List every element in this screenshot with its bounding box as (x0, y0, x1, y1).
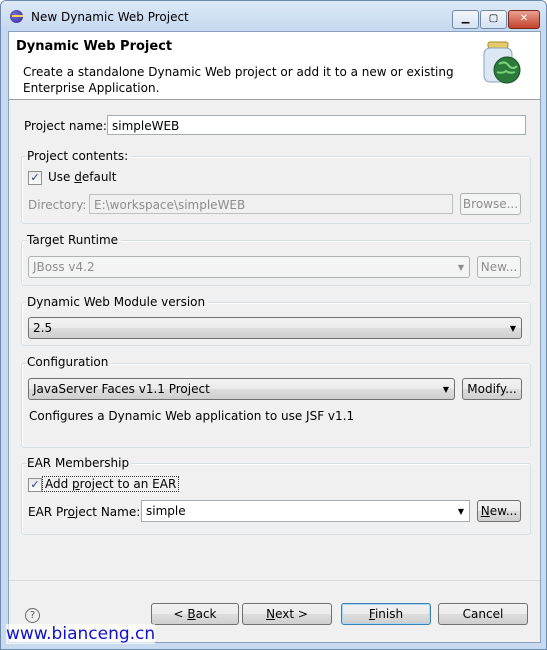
target-runtime-select[interactable]: JBoss v4.2 ▼ (28, 256, 470, 278)
footer-separator (9, 580, 540, 581)
project-contents-label: Project contents: (27, 149, 132, 163)
close-button[interactable]: ✕ (508, 10, 540, 29)
window-title: New Dynamic Web Project (31, 10, 189, 24)
directory-input[interactable]: E:\workspace\simpleWEB (89, 194, 453, 214)
banner-title: Dynamic Web Project (16, 39, 173, 54)
ear-membership-group (21, 463, 531, 535)
cancel-button[interactable]: Cancel (438, 603, 528, 625)
configuration-select[interactable]: JavaServer Faces v1.1 Project ▼ (28, 378, 455, 400)
watermark-text: www.bianceng.cn (6, 624, 156, 644)
eclipse-icon (10, 10, 23, 23)
ear-project-name-value: simple (146, 504, 186, 518)
configuration-label: Configuration (27, 355, 112, 369)
ear-project-name-input[interactable]: simple ▼ (141, 500, 470, 522)
banner-description: Create a standalone Dynamic Web project … (23, 65, 454, 95)
project-name-input[interactable]: simpleWEB (107, 115, 526, 135)
chevron-down-icon: ▼ (457, 507, 464, 516)
back-button[interactable]: < Back (151, 603, 239, 625)
help-icon[interactable]: ? (25, 608, 40, 623)
finish-button[interactable]: Finish (341, 603, 431, 625)
ear-project-name-label: EAR Project Name: (28, 505, 141, 519)
dialog-window: New Dynamic Web Project ▁ ▢ ✕ Dynamic We… (0, 0, 547, 650)
modify-button[interactable]: Modify... (462, 378, 522, 400)
configuration-group (21, 363, 531, 448)
browse-button[interactable]: Browse... (460, 193, 521, 215)
use-default-checkbox[interactable]: ✓ (28, 171, 42, 185)
add-to-ear-checkbox[interactable]: ✓ (28, 478, 42, 492)
ear-membership-label: EAR Membership (27, 456, 133, 470)
configuration-description: Configures a Dynamic Web application to … (29, 409, 355, 423)
web-project-jar-globe-icon (483, 41, 521, 84)
module-version-label: Dynamic Web Module version (27, 295, 209, 309)
project-name-label: Project name: (24, 119, 107, 133)
configuration-value: JavaServer Faces v1.1 Project (33, 382, 210, 396)
title-bar[interactable]: New Dynamic Web Project ▁ ▢ ✕ (1, 1, 546, 31)
next-button[interactable]: Next > (242, 603, 332, 625)
chevron-down-icon: ▼ (509, 324, 516, 333)
new-runtime-button[interactable]: New... (477, 256, 521, 278)
wizard-banner: Dynamic Web Project Create a standalone … (9, 32, 540, 100)
dialog-body: Dynamic Web Project Create a standalone … (8, 31, 541, 643)
chevron-down-icon: ▼ (442, 385, 449, 394)
module-version-value: 2.5 (33, 321, 53, 335)
chevron-down-icon: ▼ (457, 263, 464, 272)
directory-label: Directory: (28, 198, 87, 212)
minimize-button[interactable]: ▁ (452, 10, 479, 29)
target-runtime-label: Target Runtime (27, 233, 122, 247)
maximize-button[interactable]: ▢ (480, 10, 507, 29)
new-ear-button[interactable]: New... (477, 500, 521, 522)
add-to-ear-label[interactable]: Add project to an EAR (42, 476, 180, 492)
use-default-label[interactable]: Use default (48, 170, 116, 184)
target-runtime-value: JBoss v4.2 (33, 260, 95, 274)
module-version-select[interactable]: 2.5 ▼ (28, 317, 522, 339)
